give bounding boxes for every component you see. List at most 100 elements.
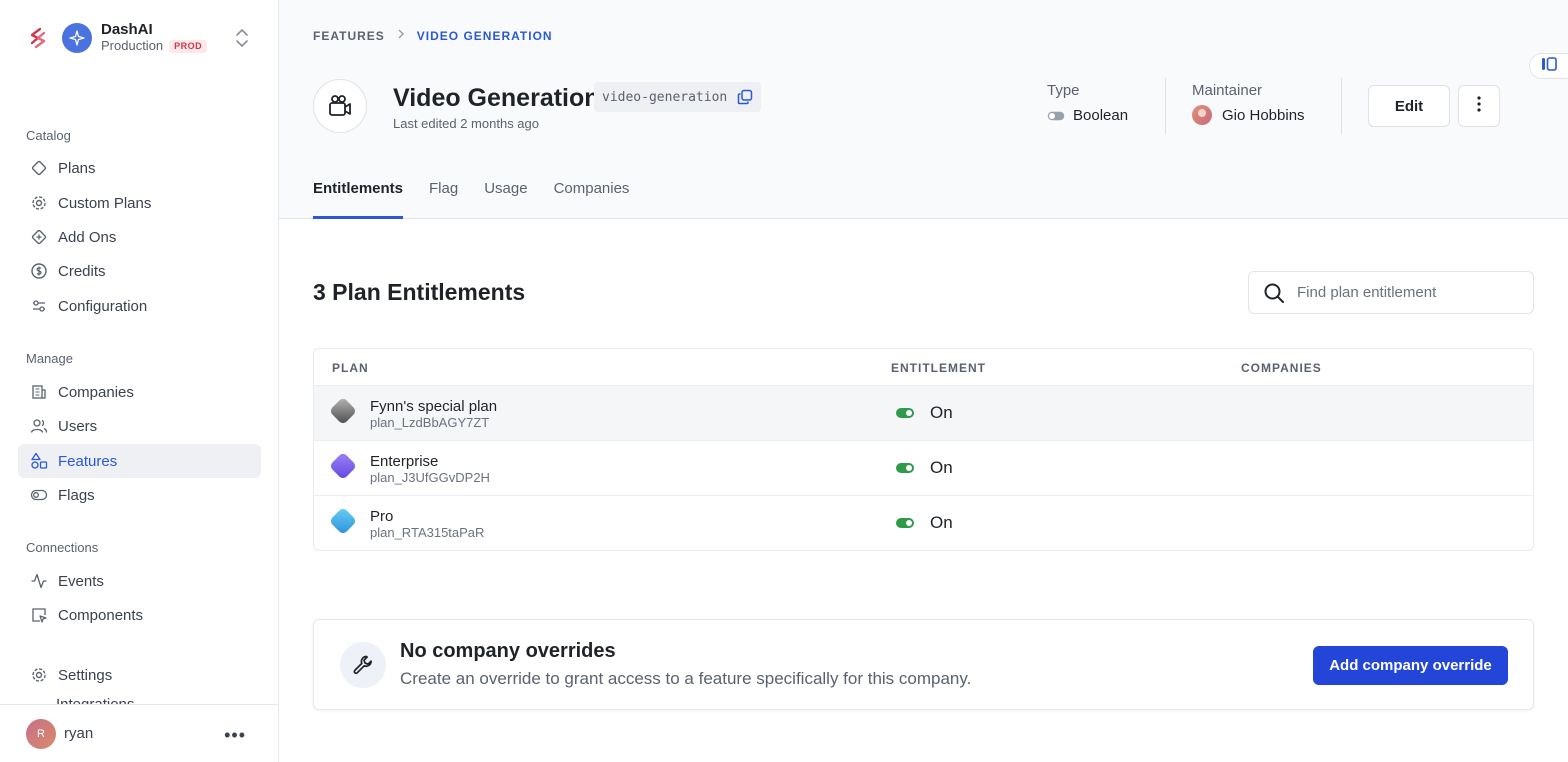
type-label: Type [1047, 82, 1080, 99]
wrench-icon [340, 642, 386, 688]
table-header: PLAN ENTITLEMENT COMPANIES [314, 349, 1533, 385]
plan-id: plan_J3UfGGvDP2H [370, 470, 490, 485]
sidebar-item-flags[interactable]: Flags [18, 478, 261, 512]
sidebar-item-custom-plans[interactable]: Custom Plans [18, 186, 261, 220]
toggle-on-icon [896, 463, 914, 473]
last-edited: Last edited 2 months ago [393, 116, 539, 131]
sidebar-item-label: Events [58, 572, 104, 590]
chevron-right-icon [397, 28, 405, 43]
sidebar-item-plans[interactable]: Plans [18, 151, 261, 185]
sidebar-item-components[interactable]: Components [18, 598, 261, 632]
sidebar-item-configuration[interactable]: Configuration [18, 289, 261, 323]
divider [1165, 78, 1166, 134]
table-row[interactable]: Fynn's special plan plan_LzdBbAGY7ZT On [314, 385, 1533, 440]
entitlements-heading: 3 Plan Entitlements [313, 279, 526, 305]
sidebar-item-add-ons[interactable]: Add Ons [18, 220, 261, 254]
add-company-override-button[interactable]: Add company override [1313, 646, 1508, 685]
search-input[interactable] [1297, 284, 1517, 301]
company-overrides-empty-state: No company overrides Create an override … [313, 619, 1534, 710]
users-icon [30, 417, 48, 435]
chevron-up-down-icon[interactable] [234, 26, 250, 55]
brand-logo-icon [26, 26, 50, 50]
search-icon [1263, 282, 1285, 304]
tab-flag[interactable]: Flag [429, 176, 458, 219]
plan-name: Enterprise [370, 453, 439, 470]
overrides-title: No company overrides [400, 640, 616, 662]
gear-icon [30, 194, 48, 212]
sidebar-item-users[interactable]: Users [18, 409, 261, 443]
column-companies: COMPANIES [1241, 361, 1322, 375]
boolean-toggle-icon [1047, 111, 1065, 121]
overrides-description: Create an override to grant access to a … [400, 669, 972, 688]
entitlement-value: On [896, 403, 953, 423]
entitlement-search[interactable] [1248, 271, 1534, 314]
sidebar-item-label: Users [58, 417, 98, 435]
plan-id: plan_LzdBbAGY7ZT [370, 415, 490, 430]
dollar-circle-icon [30, 262, 48, 280]
more-vertical-icon [1477, 95, 1481, 117]
section-label-catalog: Catalog [26, 128, 71, 143]
sidebar-item-label: Flags [58, 486, 95, 504]
sidebar-item-settings[interactable]: Settings [18, 658, 261, 692]
sidebar-item-integrations-partial[interactable]: Integrations [56, 696, 176, 704]
plan-name: Fynn's special plan [370, 398, 498, 415]
entitlement-value: On [896, 513, 953, 533]
entitlements-table: PLAN ENTITLEMENT COMPANIES Fynn's specia… [313, 348, 1534, 551]
org-avatar [62, 23, 92, 53]
more-horizontal-icon[interactable]: ••• [224, 725, 246, 746]
building-icon [30, 383, 48, 401]
column-entitlement: ENTITLEMENT [891, 361, 986, 375]
maintainer-meta: Maintainer Gio Hobbins [1192, 82, 1305, 125]
side-panel-toggle[interactable] [1529, 53, 1568, 79]
shapes-icon [30, 452, 48, 470]
table-row[interactable]: Pro plan_RTA315taPaR On [314, 495, 1533, 550]
sidebar-item-label: Add Ons [58, 228, 117, 246]
divider [1341, 78, 1342, 134]
sidebar-item-credits[interactable]: Credits [18, 254, 261, 288]
main-content: FEATURES VIDEO GENERATION Video Generati… [279, 0, 1568, 762]
sidebar-item-features[interactable]: Features [18, 444, 261, 478]
diamond-icon [30, 159, 48, 177]
addon-diamond-icon [30, 228, 48, 246]
breadcrumb-current: VIDEO GENERATION [416, 28, 553, 43]
tab-usage[interactable]: Usage [484, 176, 527, 219]
sparkle-icon [69, 30, 85, 46]
feature-key: video-generation [602, 89, 728, 105]
sliders-icon [30, 297, 48, 315]
breadcrumb: FEATURES VIDEO GENERATION [313, 28, 553, 43]
entitlement-text: On [930, 403, 953, 422]
column-plan: PLAN [332, 361, 369, 375]
sidebar-item-label: Companies [58, 383, 134, 401]
table-row[interactable]: Enterprise plan_J3UfGGvDP2H On [314, 440, 1533, 495]
maintainer-label: Maintainer [1192, 82, 1263, 99]
sidebar-item-label: Plans [58, 159, 96, 177]
component-icon [30, 606, 48, 624]
video-camera-icon [313, 79, 367, 133]
sidebar-item-events[interactable]: Events [18, 564, 261, 598]
entitlement-value: On [896, 458, 953, 478]
tab-companies[interactable]: Companies [554, 176, 630, 219]
sidebar-item-label: Custom Plans [58, 194, 152, 212]
environment-name: Production [101, 38, 164, 53]
toggle-icon [30, 486, 48, 504]
copy-icon[interactable] [737, 89, 753, 105]
panel-toggle-icon [1541, 56, 1557, 76]
sidebar-item-label: Settings [58, 666, 113, 684]
plan-name: Pro [370, 508, 394, 525]
org-switcher[interactable]: DashAI Production PROD [26, 20, 256, 56]
user-menu[interactable]: R ryan ••• [0, 704, 278, 762]
feature-header: FEATURES VIDEO GENERATION Video Generati… [279, 0, 1568, 219]
sidebar-item-companies[interactable]: Companies [18, 375, 261, 409]
sidebar-item-label: Credits [58, 262, 106, 280]
section-label-manage: Manage [26, 351, 73, 366]
tab-entitlements[interactable]: Entitlements [313, 176, 404, 219]
plan-id: plan_RTA315taPaR [370, 525, 485, 540]
toggle-on-icon [896, 518, 914, 528]
plan-icon [328, 451, 358, 481]
breadcrumb-features[interactable]: FEATURES [313, 29, 385, 43]
org-name: DashAI [101, 21, 153, 38]
user-name: ryan [64, 725, 94, 742]
more-actions-button[interactable] [1458, 85, 1500, 127]
edit-button[interactable]: Edit [1368, 85, 1450, 127]
settings-gear-icon [30, 666, 48, 684]
